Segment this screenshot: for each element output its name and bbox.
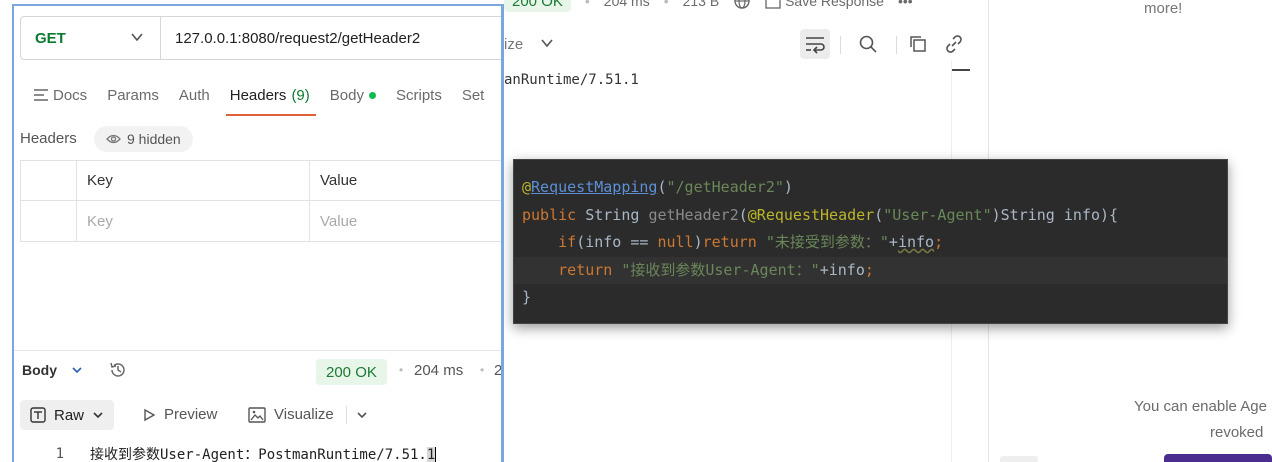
response-time[interactable]: 204 ms — [414, 362, 463, 379]
search-icon[interactable] — [858, 34, 878, 54]
code-line-2: public String getHeader2(@RequestHeader(… — [522, 205, 1119, 224]
tab-auth[interactable]: Auth — [169, 80, 220, 116]
play-icon — [144, 408, 156, 421]
save-response-button[interactable]: Save Response — [765, 0, 884, 9]
request-panel: GET 127.0.0.1:8080/request2/getHeader2 D… — [12, 4, 504, 462]
hidden-headers-toggle[interactable]: 9 hidden — [94, 126, 193, 152]
column-key: Key — [77, 161, 310, 200]
chevron-down-icon[interactable] — [356, 409, 368, 421]
globe-icon[interactable] — [733, 0, 751, 10]
history-icon[interactable] — [108, 360, 128, 380]
tab-params[interactable]: Params — [97, 80, 169, 116]
save-icon — [765, 0, 781, 9]
background-size: 213 B — [682, 0, 720, 9]
background-status-badge: 200 OK — [504, 0, 571, 12]
body-active-dot — [368, 91, 376, 99]
background-body-toolbar: ize — [504, 28, 974, 60]
headers-count: (9) — [291, 86, 310, 104]
tab-body[interactable]: Body — [320, 80, 386, 116]
tab-headers[interactable]: Headers (9) — [220, 80, 320, 116]
chevron-down-icon — [93, 412, 103, 419]
table-row: Key Value — [21, 201, 501, 241]
status-badge[interactable]: 200 OK — [316, 359, 387, 385]
chevron-down-icon[interactable] — [540, 36, 554, 50]
response-size[interactable]: 2 — [494, 362, 501, 379]
chevron-down-icon — [131, 33, 143, 42]
format-raw-button[interactable]: Raw — [20, 400, 115, 430]
headers-table: Key Value Key Value — [20, 160, 501, 242]
method-select[interactable]: GET — [21, 17, 161, 59]
code-snippet-popup: @RequestMapping("/getHeader2") public St… — [513, 159, 1228, 324]
docs-icon — [34, 89, 48, 101]
headers-section-title: Headers — [20, 130, 77, 147]
raw-text-icon — [30, 407, 46, 423]
sidebar-revoked-text: revoked — [1210, 424, 1264, 441]
tab-docs[interactable]: Docs — [24, 80, 97, 116]
wrap-lines-button[interactable] — [800, 29, 830, 59]
sidebar-enable-text: You can enable Age — [1134, 398, 1267, 415]
sidebar-action-button[interactable] — [1164, 454, 1272, 462]
more-options-icon[interactable]: ••• — [898, 0, 913, 9]
eye-icon — [106, 134, 121, 144]
text-caret — [435, 446, 437, 462]
copy-icon[interactable] — [908, 34, 928, 54]
format-preview-button[interactable]: Preview — [142, 406, 217, 423]
header-value-input[interactable]: Value — [310, 201, 501, 241]
background-time: 204 ms — [603, 0, 650, 9]
column-value: Value — [320, 172, 358, 189]
table-header-row: Key Value — [21, 161, 501, 201]
url-input[interactable]: 127.0.0.1:8080/request2/getHeader2 — [161, 30, 420, 47]
response-body-line: 1 接收到参数User-Agent：PostmanRuntime/7.51.1 — [14, 442, 501, 462]
link-icon[interactable] — [944, 34, 964, 54]
url-bar: GET 127.0.0.1:8080/request2/getHeader2 — [20, 16, 501, 60]
background-body-text: anRuntime/7.51.1 — [504, 72, 639, 88]
wrap-lines-icon — [806, 37, 825, 54]
header-key-input[interactable]: Key — [77, 201, 310, 241]
background-visualize-fragment[interactable]: ize — [504, 36, 523, 53]
sidebar-more-text: more! — [1144, 0, 1183, 17]
code-line-1: @RequestMapping("/getHeader2") — [522, 178, 793, 196]
code-line-4: return "接收到参数User-Agent："+info; — [514, 256, 1227, 284]
image-icon — [248, 406, 266, 423]
code-line-3: if(info == null)return "未接受到参数："+info; — [558, 233, 944, 251]
background-response-meta: 200 OK • 204 ms • 213 B Save Response ••… — [504, 0, 913, 12]
response-body-dropdown[interactable]: Body — [22, 362, 83, 378]
tab-settings[interactable]: Set — [452, 80, 495, 116]
tab-scripts[interactable]: Scripts — [386, 80, 452, 116]
chevron-down-icon — [72, 367, 82, 374]
line-number: 1 — [55, 446, 64, 462]
response-text[interactable]: 接收到参数User-Agent：PostmanRuntime/7.51.1 — [64, 444, 437, 462]
code-line-5: } — [522, 288, 532, 306]
request-tabs: Docs Params Auth Headers (9) Body Scripts… — [24, 80, 494, 116]
format-visualize-button[interactable]: Visualize — [248, 406, 334, 423]
